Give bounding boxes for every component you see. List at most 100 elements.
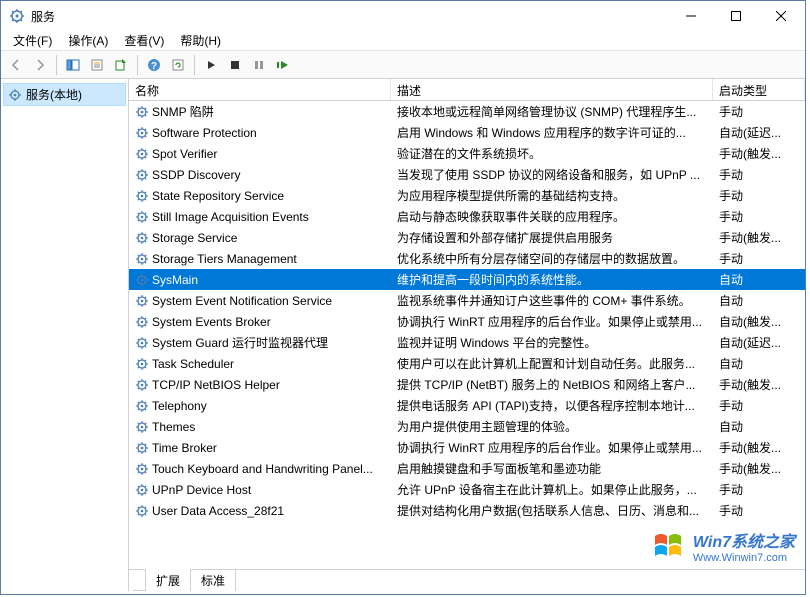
tab-extended[interactable]: 扩展 xyxy=(145,569,191,591)
service-start-type: 自动 xyxy=(713,271,805,288)
column-header: 名称 描述 启动类型 xyxy=(129,79,805,101)
service-row[interactable]: System Guard 运行时监视器代理监视并证明 Windows 平台的完整… xyxy=(129,332,805,353)
service-row[interactable]: System Events Broker协调执行 WinRT 应用程序的后台作业… xyxy=(129,311,805,332)
service-desc: 为存储设置和外部存储扩展提供启用服务 xyxy=(391,229,713,246)
service-name-cell: SysMain xyxy=(129,273,391,287)
column-desc[interactable]: 描述 xyxy=(391,79,713,100)
service-name-cell: Storage Tiers Management xyxy=(129,252,391,266)
service-name: User Data Access_28f21 xyxy=(152,504,284,518)
gear-icon xyxy=(135,315,149,329)
refresh-button[interactable] xyxy=(167,54,189,76)
service-row[interactable]: Task Scheduler使用户可以在此计算机上配置和计划自动任务。此服务..… xyxy=(129,353,805,374)
service-row[interactable]: SNMP 陷阱接收本地或远程简单网络管理协议 (SNMP) 代理程序生...手动 xyxy=(129,101,805,122)
service-name: Storage Tiers Management xyxy=(152,252,297,266)
service-name-cell: Spot Verifier xyxy=(129,147,391,161)
service-name-cell: Time Broker xyxy=(129,441,391,455)
gear-icon xyxy=(135,378,149,392)
service-row[interactable]: Storage Tiers Management优化系统中所有分层存储空间的存储… xyxy=(129,248,805,269)
service-name-cell: SSDP Discovery xyxy=(129,168,391,182)
service-desc: 启用 Windows 和 Windows 应用程序的数字许可证的... xyxy=(391,124,713,141)
service-desc: 协调执行 WinRT 应用程序的后台作业。如果停止或禁用... xyxy=(391,439,713,456)
service-row[interactable]: Spot Verifier验证潜在的文件系统损坏。手动(触发... xyxy=(129,143,805,164)
service-name-cell: Themes xyxy=(129,420,391,434)
service-desc: 为应用程序模型提供所需的基础结构支持。 xyxy=(391,187,713,204)
list-pane: 名称 描述 启动类型 SNMP 陷阱接收本地或远程简单网络管理协议 (SNMP)… xyxy=(129,79,805,591)
menu-help[interactable]: 帮助(H) xyxy=(172,30,229,51)
service-row[interactable]: Time Broker协调执行 WinRT 应用程序的后台作业。如果停止或禁用.… xyxy=(129,437,805,458)
minimize-button[interactable] xyxy=(668,2,713,31)
service-name-cell: Telephony xyxy=(129,399,391,413)
service-start-type: 手动 xyxy=(713,103,805,120)
gear-icon xyxy=(135,336,149,350)
service-name-cell: State Repository Service xyxy=(129,189,391,203)
maximize-button[interactable] xyxy=(713,2,758,31)
service-desc: 提供电话服务 API (TAPI)支持，以便各程序控制本地计... xyxy=(391,397,713,414)
service-row[interactable]: Touch Keyboard and Handwriting Panel... 启… xyxy=(129,458,805,479)
window-title: 服务 xyxy=(31,8,668,25)
service-name: Storage Service xyxy=(152,231,237,245)
help-button[interactable]: ? xyxy=(143,54,165,76)
stop-service-button[interactable] xyxy=(224,54,246,76)
gear-icon xyxy=(135,168,149,182)
service-desc: 当发现了使用 SSDP 协议的网络设备和服务，如 UPnP ... xyxy=(391,166,713,183)
gear-icon xyxy=(135,462,149,476)
column-start[interactable]: 启动类型 xyxy=(713,79,805,100)
service-start-type: 自动(触发... xyxy=(713,313,805,330)
forward-button[interactable] xyxy=(29,54,51,76)
service-name-cell: SNMP 陷阱 xyxy=(129,103,391,120)
gear-icon xyxy=(135,105,149,119)
service-start-type: 手动 xyxy=(713,187,805,204)
tree-node-services-local[interactable]: 服务(本地) xyxy=(3,83,126,106)
service-start-type: 自动 xyxy=(713,355,805,372)
gear-icon xyxy=(135,294,149,308)
gear-icon xyxy=(135,357,149,371)
service-row[interactable]: User Data Access_28f21 提供对结构化用户数据(包括联系人信息… xyxy=(129,500,805,521)
restart-service-button[interactable] xyxy=(272,54,294,76)
properties-button[interactable] xyxy=(86,54,108,76)
separator xyxy=(137,55,138,75)
service-name: Themes xyxy=(152,420,195,434)
service-desc: 提供对结构化用户数据(包括联系人信息、日历、消息和... xyxy=(391,502,713,519)
menu-view[interactable]: 查看(V) xyxy=(116,30,172,51)
service-row[interactable]: TCP/IP NetBIOS Helper提供 TCP/IP (NetBT) 服… xyxy=(129,374,805,395)
menu-action[interactable]: 操作(A) xyxy=(60,30,116,51)
back-button[interactable] xyxy=(5,54,27,76)
close-button[interactable] xyxy=(758,2,803,31)
gear-icon xyxy=(135,126,149,140)
service-name: Touch Keyboard and Handwriting Panel... xyxy=(152,462,373,476)
service-name: System Guard 运行时监视器代理 xyxy=(152,334,328,351)
tab-standard[interactable]: 标准 xyxy=(190,570,236,591)
service-name-cell: Touch Keyboard and Handwriting Panel... xyxy=(129,462,391,476)
separator xyxy=(56,55,57,75)
service-row[interactable]: SSDP Discovery 当发现了使用 SSDP 协议的网络设备和服务，如 U… xyxy=(129,164,805,185)
pause-service-button[interactable] xyxy=(248,54,270,76)
toolbar: ? xyxy=(1,51,805,79)
service-row[interactable]: Themes为用户提供使用主题管理的体验。自动 xyxy=(129,416,805,437)
menubar: 文件(F) 操作(A) 查看(V) 帮助(H) xyxy=(1,31,805,51)
service-row[interactable]: Still Image Acquisition Events启动与静态映像获取事… xyxy=(129,206,805,227)
service-name: Telephony xyxy=(152,399,207,413)
service-name-cell: Still Image Acquisition Events xyxy=(129,210,391,224)
service-row[interactable]: Telephony 提供电话服务 API (TAPI)支持，以便各程序控制本地计.… xyxy=(129,395,805,416)
service-row[interactable]: UPnP Device Host允许 UPnP 设备宿主在此计算机上。如果停止此… xyxy=(129,479,805,500)
export-button[interactable] xyxy=(110,54,132,76)
start-service-button[interactable] xyxy=(200,54,222,76)
service-row[interactable]: SysMain维护和提高一段时间内的系统性能。自动 xyxy=(129,269,805,290)
service-name-cell: System Events Broker xyxy=(129,315,391,329)
service-row[interactable]: Software Protection启用 Windows 和 Windows … xyxy=(129,122,805,143)
service-name-cell: Storage Service xyxy=(129,231,391,245)
service-name-cell: TCP/IP NetBIOS Helper xyxy=(129,378,391,392)
service-list[interactable]: SNMP 陷阱接收本地或远程简单网络管理协议 (SNMP) 代理程序生...手动… xyxy=(129,101,805,569)
show-hide-tree-button[interactable] xyxy=(62,54,84,76)
service-start-type: 手动 xyxy=(713,502,805,519)
column-name[interactable]: 名称 xyxy=(129,79,391,100)
service-name: State Repository Service xyxy=(152,189,284,203)
service-desc: 启用触摸键盘和手写面板笔和墨迹功能 xyxy=(391,460,713,477)
service-row[interactable]: Storage Service为存储设置和外部存储扩展提供启用服务手动(触发..… xyxy=(129,227,805,248)
service-row[interactable]: State Repository Service 为应用程序模型提供所需的基础结构… xyxy=(129,185,805,206)
service-name: SSDP Discovery xyxy=(152,168,240,182)
bottom-tabs: 扩展 标准 xyxy=(129,569,805,591)
separator xyxy=(194,55,195,75)
menu-file[interactable]: 文件(F) xyxy=(5,30,60,51)
service-row[interactable]: System Event Notification Service监视系统事件并… xyxy=(129,290,805,311)
